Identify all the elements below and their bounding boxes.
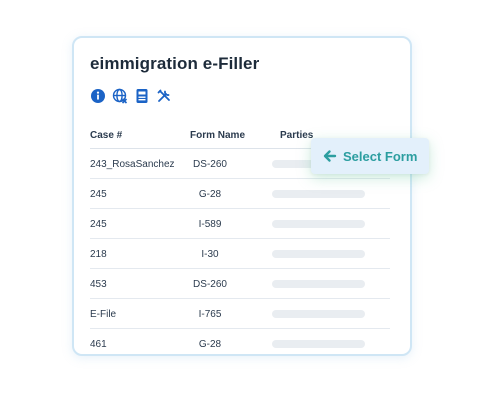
efiler-panel: eimmigration e-Filler Case # Form Name P… <box>72 36 412 356</box>
page-title: eimmigration e-Filler <box>90 54 260 73</box>
table-row[interactable]: 245 I-589 <box>90 209 390 239</box>
form-name-cell: G-28 <box>198 339 222 350</box>
parties-placeholder <box>272 280 365 288</box>
column-header-form-name[interactable]: Form Name <box>190 130 245 141</box>
form-name-cell: I-30 <box>201 249 219 260</box>
stage: eimmigration e-Filler Case # Form Name P… <box>0 0 500 400</box>
case-number-cell: 453 <box>90 279 107 290</box>
form-name-cell: I-765 <box>198 309 222 320</box>
form-name-cell: I-589 <box>198 219 222 230</box>
select-form-button[interactable]: Select Form <box>311 138 429 174</box>
parties-placeholder <box>272 340 365 348</box>
column-header-parties[interactable]: Parties <box>280 130 313 141</box>
toolbar <box>90 88 172 104</box>
table-row[interactable]: E-File I-765 <box>90 299 390 329</box>
case-number-cell: 245 <box>90 219 107 230</box>
case-number-cell: E-File <box>90 309 117 320</box>
column-header-case[interactable]: Case # <box>90 130 122 141</box>
select-form-label: Select Form <box>343 148 418 164</box>
document-icon[interactable] <box>134 88 150 104</box>
parties-placeholder <box>272 220 365 228</box>
table-row[interactable]: 218 I-30 <box>90 239 390 269</box>
form-name-cell: DS-260 <box>193 159 227 170</box>
table-row[interactable]: 245 G-28 <box>90 179 390 209</box>
case-number-cell: 461 <box>90 339 107 350</box>
arrow-left-icon <box>323 149 337 163</box>
table-row[interactable]: 453 DS-260 <box>90 269 390 299</box>
form-name-cell: G-28 <box>198 189 222 200</box>
tools-icon[interactable] <box>156 88 172 104</box>
case-number-cell: 243_RosaSanchez <box>90 159 175 170</box>
parties-placeholder <box>272 310 365 318</box>
parties-placeholder <box>272 190 365 198</box>
parties-placeholder <box>272 250 365 258</box>
globe-icon[interactable] <box>112 88 128 104</box>
form-name-cell: DS-260 <box>193 279 227 290</box>
case-number-cell: 218 <box>90 249 107 260</box>
info-icon[interactable] <box>90 88 106 104</box>
case-number-cell: 245 <box>90 189 107 200</box>
table-row[interactable]: 461 G-28 <box>90 329 390 358</box>
